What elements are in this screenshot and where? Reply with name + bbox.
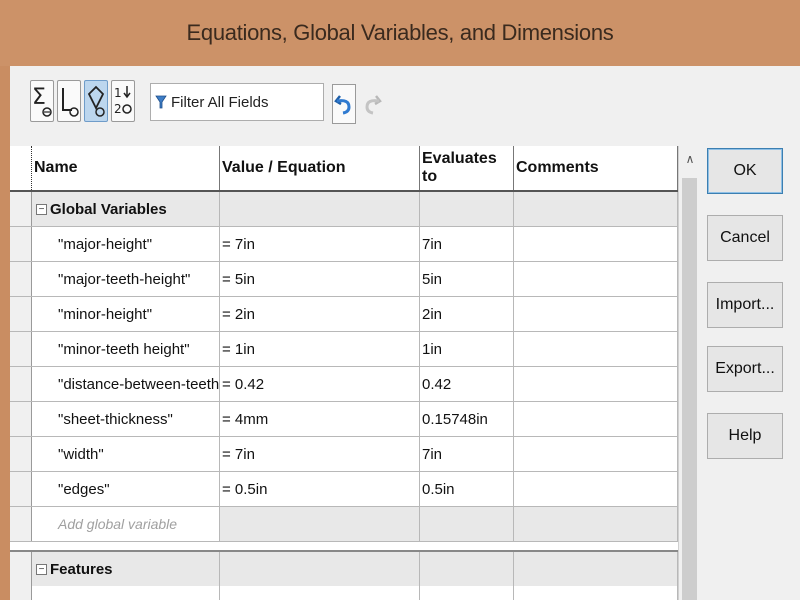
name-cell[interactable]: "sheet-thickness"	[32, 402, 220, 436]
comment-cell[interactable]	[514, 227, 678, 261]
evaluates-cell: 7in	[420, 437, 514, 471]
comment-cell[interactable]	[514, 472, 678, 506]
value-cell[interactable]: = 1in	[220, 332, 420, 366]
table-row[interactable]: "minor-height" = 2in 2in	[10, 297, 678, 332]
value-cell[interactable]: = 4mm	[220, 402, 420, 436]
table-row[interactable]: "minor-teeth height" = 1in 1in	[10, 332, 678, 367]
group-row-features[interactable]: − Features	[10, 550, 678, 586]
title-bar: Equations, Global Variables, and Dimensi…	[0, 0, 800, 66]
window-title: Equations, Global Variables, and Dimensi…	[186, 20, 614, 45]
evaluates-cell: 2in	[420, 297, 514, 331]
dimension-view-button[interactable]	[84, 80, 108, 122]
value-cell[interactable]: = 5in	[220, 262, 420, 296]
filter-field[interactable]	[150, 83, 324, 121]
comment-cell[interactable]	[514, 262, 678, 296]
evaluates-cell: 1in	[420, 332, 514, 366]
import-button[interactable]: Import...	[707, 282, 783, 328]
equation-view-button[interactable]: Σ	[30, 80, 54, 122]
evaluates-cell: 0.5in	[420, 472, 514, 506]
evaluates-cell: 0.42	[420, 367, 514, 401]
cancel-button[interactable]: Cancel	[707, 215, 783, 261]
group-row-global-variables[interactable]: − Global Variables	[10, 192, 678, 227]
comment-cell[interactable]	[514, 332, 678, 366]
row-header[interactable]	[10, 472, 32, 506]
name-cell[interactable]: "width"	[32, 437, 220, 471]
column-header-value[interactable]: Value / Equation	[220, 146, 420, 190]
table-row[interactable]: "distance-between-teeth" = 0.42 0.42	[10, 367, 678, 402]
group-label: Features	[50, 560, 113, 578]
group-label: Global Variables	[50, 200, 167, 218]
comment-cell[interactable]	[514, 437, 678, 471]
column-header-name[interactable]: Name	[32, 146, 220, 190]
table-row[interactable]: "major-height" = 7in 7in	[10, 227, 678, 262]
add-global-variable-row[interactable]: Add global variable	[10, 507, 678, 542]
ordered-view-icon: 1 2	[114, 86, 132, 116]
equations-table: Name Value / Equation Evaluates to Comme…	[10, 146, 700, 600]
row-header[interactable]	[10, 585, 32, 600]
name-cell[interactable]: "distance-between-teeth"	[32, 367, 220, 401]
help-button[interactable]: Help	[707, 413, 783, 459]
name-cell[interactable]: "major-teeth-height"	[32, 262, 220, 296]
equation-view-icon: Σ	[32, 85, 52, 117]
dimension-view-icon	[87, 85, 105, 117]
row-header[interactable]	[10, 297, 32, 331]
column-header-comments[interactable]: Comments	[514, 146, 678, 190]
row-header[interactable]	[10, 367, 32, 401]
sketch-equation-view-icon	[62, 88, 79, 117]
add-global-variable-cell[interactable]: Add global variable	[32, 507, 220, 541]
comment-cell[interactable]	[514, 367, 678, 401]
svg-text:Σ: Σ	[32, 85, 46, 110]
redo-button[interactable]	[360, 84, 384, 124]
column-header-evaluates[interactable]: Evaluates to	[420, 146, 514, 190]
value-cell[interactable]: = 2in	[220, 297, 420, 331]
row-header[interactable]	[10, 192, 32, 226]
dialog-body: Σ 1 2 Filter All Fields Name Value / Equ…	[10, 66, 800, 600]
ok-button[interactable]: OK	[707, 148, 783, 194]
collapse-icon[interactable]: −	[36, 563, 47, 575]
collapse-icon[interactable]: −	[36, 203, 47, 215]
table-header: Name Value / Equation Evaluates to Comme…	[10, 146, 678, 192]
row-header-corner[interactable]	[10, 146, 32, 190]
svg-text:1: 1	[114, 86, 122, 100]
comment-cell[interactable]	[514, 402, 678, 436]
undo-icon	[334, 95, 351, 115]
filter-icon	[155, 95, 167, 109]
name-cell[interactable]: "minor-height"	[32, 297, 220, 331]
evaluates-cell: 7in	[420, 227, 514, 261]
table-row[interactable]: "edges" = 0.5in 0.5in	[10, 472, 678, 507]
table-row[interactable]: "major-teeth-height" = 5in 5in	[10, 262, 678, 297]
ordered-view-button[interactable]: 1 2	[111, 80, 135, 122]
value-cell[interactable]: = 0.5in	[220, 472, 420, 506]
scrollbar-thumb[interactable]	[682, 178, 697, 600]
vertical-scrollbar[interactable]: ∧	[678, 146, 700, 600]
svg-text:2: 2	[114, 102, 122, 116]
row-header[interactable]	[10, 262, 32, 296]
sketch-equation-view-button[interactable]	[57, 80, 81, 122]
undo-button[interactable]	[332, 84, 356, 124]
evaluates-cell: 5in	[420, 262, 514, 296]
redo-icon	[365, 95, 382, 115]
row-header[interactable]	[10, 552, 32, 586]
name-cell[interactable]: "edges"	[32, 472, 220, 506]
row-header[interactable]	[10, 437, 32, 471]
row-header[interactable]	[10, 402, 32, 436]
scroll-up-icon[interactable]: ∧	[679, 152, 700, 166]
evaluates-cell: 0.15748in	[420, 402, 514, 436]
comment-cell[interactable]	[514, 297, 678, 331]
value-cell[interactable]: = 7in	[220, 437, 420, 471]
row-header[interactable]	[10, 507, 32, 541]
name-cell[interactable]: "minor-teeth height"	[32, 332, 220, 366]
name-cell[interactable]: "major-height"	[32, 227, 220, 261]
table-row[interactable]: "width" = 7in 7in	[10, 437, 678, 472]
value-cell[interactable]: = 0.42	[220, 367, 420, 401]
row-header[interactable]	[10, 227, 32, 261]
table-row[interactable]	[10, 585, 678, 600]
row-header[interactable]	[10, 332, 32, 366]
export-button[interactable]: Export...	[707, 346, 783, 392]
value-cell[interactable]: = 7in	[220, 227, 420, 261]
table-row[interactable]: "sheet-thickness" = 4mm 0.15748in	[10, 402, 678, 437]
filter-input[interactable]	[171, 93, 311, 111]
